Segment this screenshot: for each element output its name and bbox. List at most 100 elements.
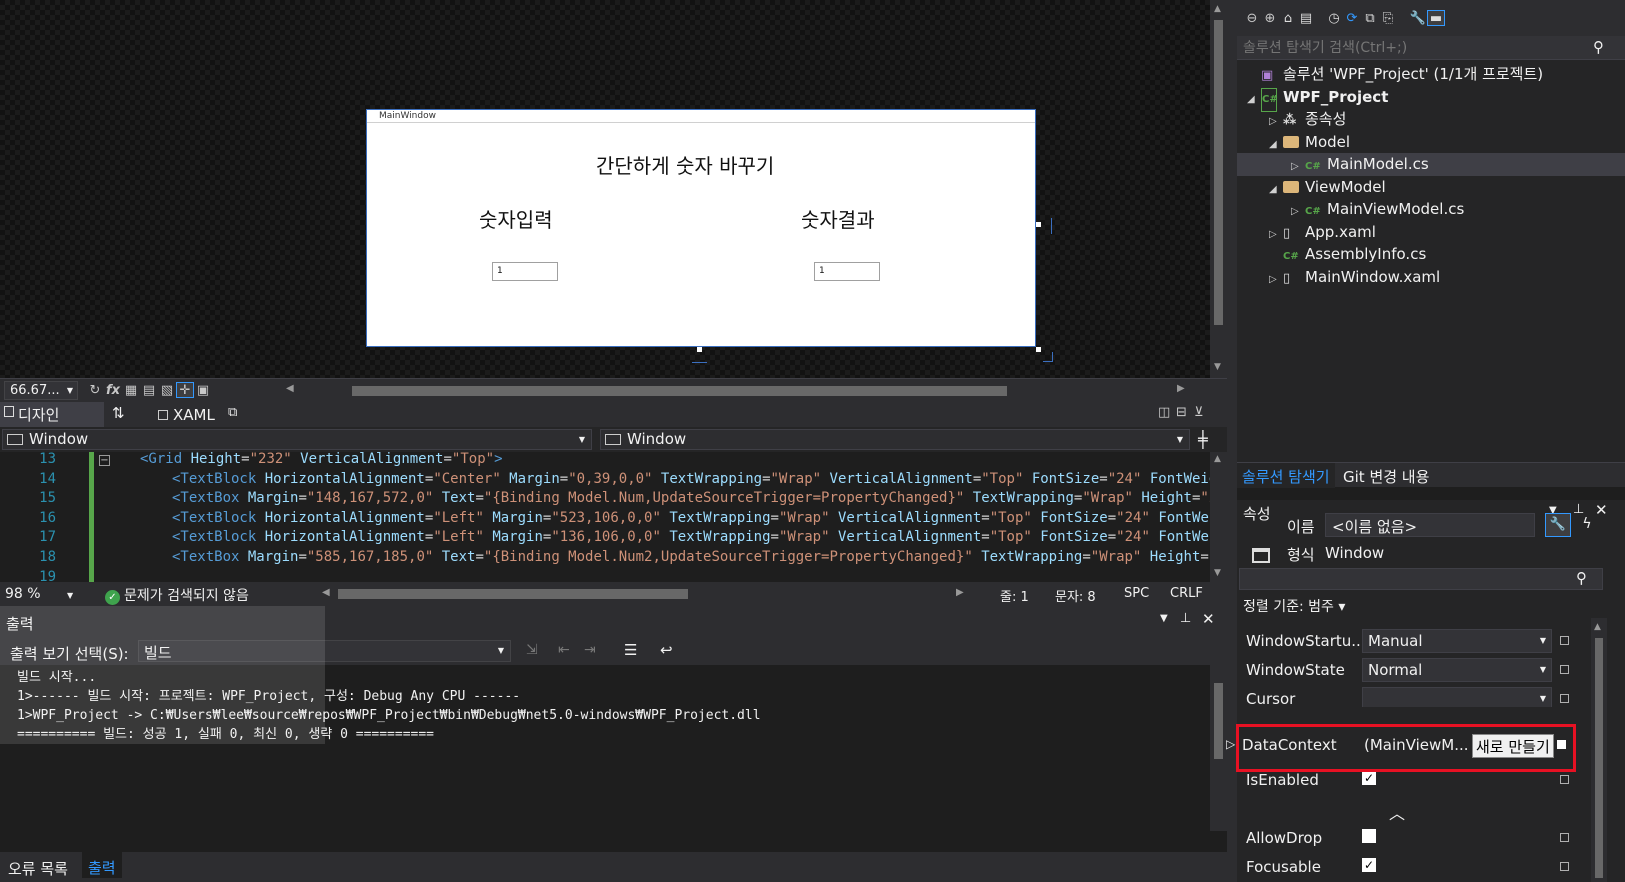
property-value-dropdown[interactable]: Manual ▼ — [1362, 629, 1552, 653]
solution-tree-item[interactable]: ◢ ViewModel — [1237, 176, 1625, 199]
name-input[interactable]: <이름 없음> — [1325, 513, 1535, 537]
property-row[interactable]: Cursor ▼ — [1222, 687, 1572, 707]
code-line[interactable]: 17 <TextBlock HorizontalAlignment="Left" … — [0, 528, 1210, 548]
expand-icon[interactable]: ▷ — [1226, 737, 1235, 751]
property-row[interactable]: WindowState Normal ▼ — [1222, 658, 1572, 682]
code-line[interactable]: 16 <TextBlock HorizontalAlignment="Left" … — [0, 509, 1210, 529]
editor-zoom[interactable]: 98 % ▼ — [5, 586, 73, 602]
scroll-up-icon[interactable]: ▲ — [1214, 4, 1221, 14]
scroll-left-icon[interactable]: ◀ — [322, 587, 330, 598]
sort-by-category[interactable]: 정렬 기준: 범주 ▾ — [1243, 596, 1345, 616]
textbox-number-result[interactable]: 1 — [814, 262, 880, 281]
split-vertical-icon[interactable]: ◫ — [1158, 405, 1170, 420]
resize-handle-right[interactable] — [1036, 222, 1041, 227]
tab-error-list[interactable]: 오류 목록 — [8, 858, 68, 879]
chevron-up-icon[interactable]: ︿ — [1389, 800, 1405, 824]
property-row-datacontext[interactable]: ▷ DataContext (MainViewM... 새로 만들기 — [1222, 733, 1572, 761]
property-checkbox[interactable] — [1362, 829, 1376, 843]
scroll-thumb[interactable] — [1595, 638, 1603, 878]
collapse-pane-icon[interactable]: ⊻ — [1194, 405, 1204, 420]
tab-xaml[interactable]: XAML — [158, 406, 215, 424]
issues-indicator[interactable]: ✓ 문제가 검색되지 않음 — [105, 585, 249, 605]
snap-grid-icon[interactable]: ▤ — [140, 383, 158, 399]
property-checkbox[interactable]: ✓ — [1362, 858, 1376, 872]
show-all-files-icon[interactable]: ⎘ — [1379, 11, 1397, 27]
solution-tree-item[interactable]: ◢ C# WPF_Project — [1237, 86, 1625, 112]
expand-toggle-icon[interactable]: ▷ — [1269, 269, 1283, 292]
textbox-number-input[interactable]: 1 — [492, 262, 558, 281]
code-vertical-scrollbar[interactable]: ▲ ▼ — [1210, 452, 1227, 582]
property-marker-icon[interactable] — [1557, 740, 1566, 749]
tab-solution-explorer[interactable]: 솔루션 탐색기 — [1237, 463, 1335, 488]
solution-search-input[interactable] — [1243, 38, 1563, 58]
fx-effects-icon[interactable]: fx — [104, 383, 122, 399]
split-editor-icon[interactable]: ╪ — [1198, 430, 1208, 449]
pin-icon[interactable]: ⊥ — [1180, 611, 1191, 626]
back-icon[interactable]: ⊖ — [1243, 11, 1261, 27]
designer-horizontal-scroll-thumb[interactable] — [352, 386, 1007, 396]
whitespace-indicator[interactable]: SPC — [1124, 586, 1149, 601]
right-element-dropdown[interactable]: Window ▼ — [600, 429, 1190, 450]
property-marker-icon[interactable] — [1560, 862, 1569, 871]
code-line[interactable]: 18 <TextBox Margin="585,167,185,0" Text="… — [0, 548, 1210, 568]
label-number-result[interactable]: 숫자결과 — [801, 204, 875, 233]
word-wrap-icon[interactable]: ↩ — [660, 641, 673, 659]
property-value-dropdown[interactable]: ▼ — [1362, 687, 1552, 707]
code-line[interactable]: 14 <TextBlock HorizontalAlignment = "Center… — [0, 470, 1210, 490]
properties-wrench-icon[interactable]: 🔧 — [1545, 513, 1571, 537]
popout-icon[interactable]: ⧉ — [228, 405, 237, 420]
panel-options-icon[interactable]: ▼ — [1160, 613, 1168, 624]
artboard-icon[interactable]: ▧ — [158, 383, 176, 399]
next-message-icon[interactable]: ⇥ — [584, 642, 596, 658]
property-row[interactable]: AllowDrop — [1222, 826, 1572, 850]
zoom-dropdown[interactable]: 66.67... ▼ — [4, 381, 78, 400]
property-marker-icon[interactable] — [1560, 694, 1569, 703]
property-marker-icon[interactable] — [1560, 833, 1569, 842]
xaml-code-editor[interactable]: − 13 <Grid Height="232" VerticalAlignment… — [0, 452, 1210, 582]
previous-message-icon[interactable]: ⇤ — [558, 642, 570, 658]
switch-views-icon[interactable]: ▤ — [1297, 11, 1315, 27]
solution-tree-item[interactable]: ▷ ▯ MainWindow.xaml — [1237, 266, 1625, 289]
refresh-icon[interactable]: ↻ — [86, 383, 104, 399]
solution-tree-item[interactable]: ◢ Model — [1237, 131, 1625, 154]
scroll-left-icon[interactable]: ◀ — [286, 383, 294, 394]
forward-icon[interactable]: ⊕ — [1261, 11, 1279, 27]
solution-tree-item[interactable]: ▷ ▯ App.xaml — [1237, 221, 1625, 244]
close-icon[interactable]: ✕ — [1202, 610, 1215, 628]
sync-icon[interactable]: ⟳ — [1343, 11, 1361, 27]
scroll-up-icon[interactable]: ▲ — [1594, 622, 1601, 632]
properties-scrollbar[interactable]: ▲ — [1591, 618, 1607, 882]
resize-handle-bottom[interactable] — [697, 347, 702, 352]
device-icon[interactable]: ▣ — [194, 383, 212, 399]
split-horizontal-icon[interactable]: ⊟ — [1176, 405, 1187, 420]
solution-tree-item[interactable]: ▷ C# MainViewModel.cs — [1237, 198, 1625, 221]
property-row[interactable]: Focusable ✓ — [1222, 855, 1572, 875]
property-row[interactable]: WindowStartu... Manual ▼ — [1222, 629, 1572, 653]
clear-all-icon[interactable]: ☰ — [624, 641, 637, 659]
properties-icon[interactable]: 🔧 — [1409, 11, 1427, 27]
property-checkbox[interactable]: ✓ — [1362, 771, 1376, 785]
heading-text[interactable]: 간단하게 숫자 바꾸기 — [596, 150, 774, 179]
property-marker-icon[interactable] — [1560, 636, 1569, 645]
xaml-designer-canvas[interactable]: MainWindow 간단하게 숫자 바꾸기 숫자입력 숫자결과 1 1 — [0, 0, 1210, 378]
events-lightning-icon[interactable]: ϟ — [1575, 513, 1599, 537]
scroll-up-icon[interactable]: ▲ — [1214, 454, 1221, 464]
designer-main-window[interactable]: MainWindow 간단하게 숫자 바꾸기 숫자입력 숫자결과 1 1 — [366, 109, 1036, 347]
code-line[interactable]: 15 <TextBox Margin="148,167,572,0" Text="… — [0, 489, 1210, 509]
search-icon[interactable]: ⚲ — [1593, 38, 1604, 56]
left-element-dropdown[interactable]: Window ▼ — [2, 429, 592, 450]
scroll-right-icon[interactable]: ▶ — [956, 587, 964, 598]
swap-panes-icon[interactable]: ⇅ — [112, 404, 125, 422]
tab-design[interactable]: 디자인 — [0, 402, 104, 427]
home-icon[interactable]: ⌂ — [1279, 11, 1297, 27]
properties-search-box[interactable]: ⚲ — [1239, 568, 1603, 590]
code-line[interactable]: 13 <Grid Height="232" VerticalAlignment="… — [0, 452, 1210, 470]
property-value-dropdown[interactable]: Normal ▼ — [1362, 658, 1552, 682]
solution-tree-item[interactable]: ▷ C# MainModel.cs — [1237, 153, 1625, 176]
go-to-location-icon[interactable]: ⇲ — [526, 642, 538, 658]
code-line[interactable]: 19 — [0, 568, 1210, 582]
property-marker-icon[interactable] — [1560, 775, 1569, 784]
property-marker-icon[interactable] — [1560, 665, 1569, 674]
scroll-right-icon[interactable]: ▶ — [1177, 383, 1185, 394]
designer-vertical-scrollbar[interactable]: ▲ ▼ — [1210, 0, 1227, 378]
